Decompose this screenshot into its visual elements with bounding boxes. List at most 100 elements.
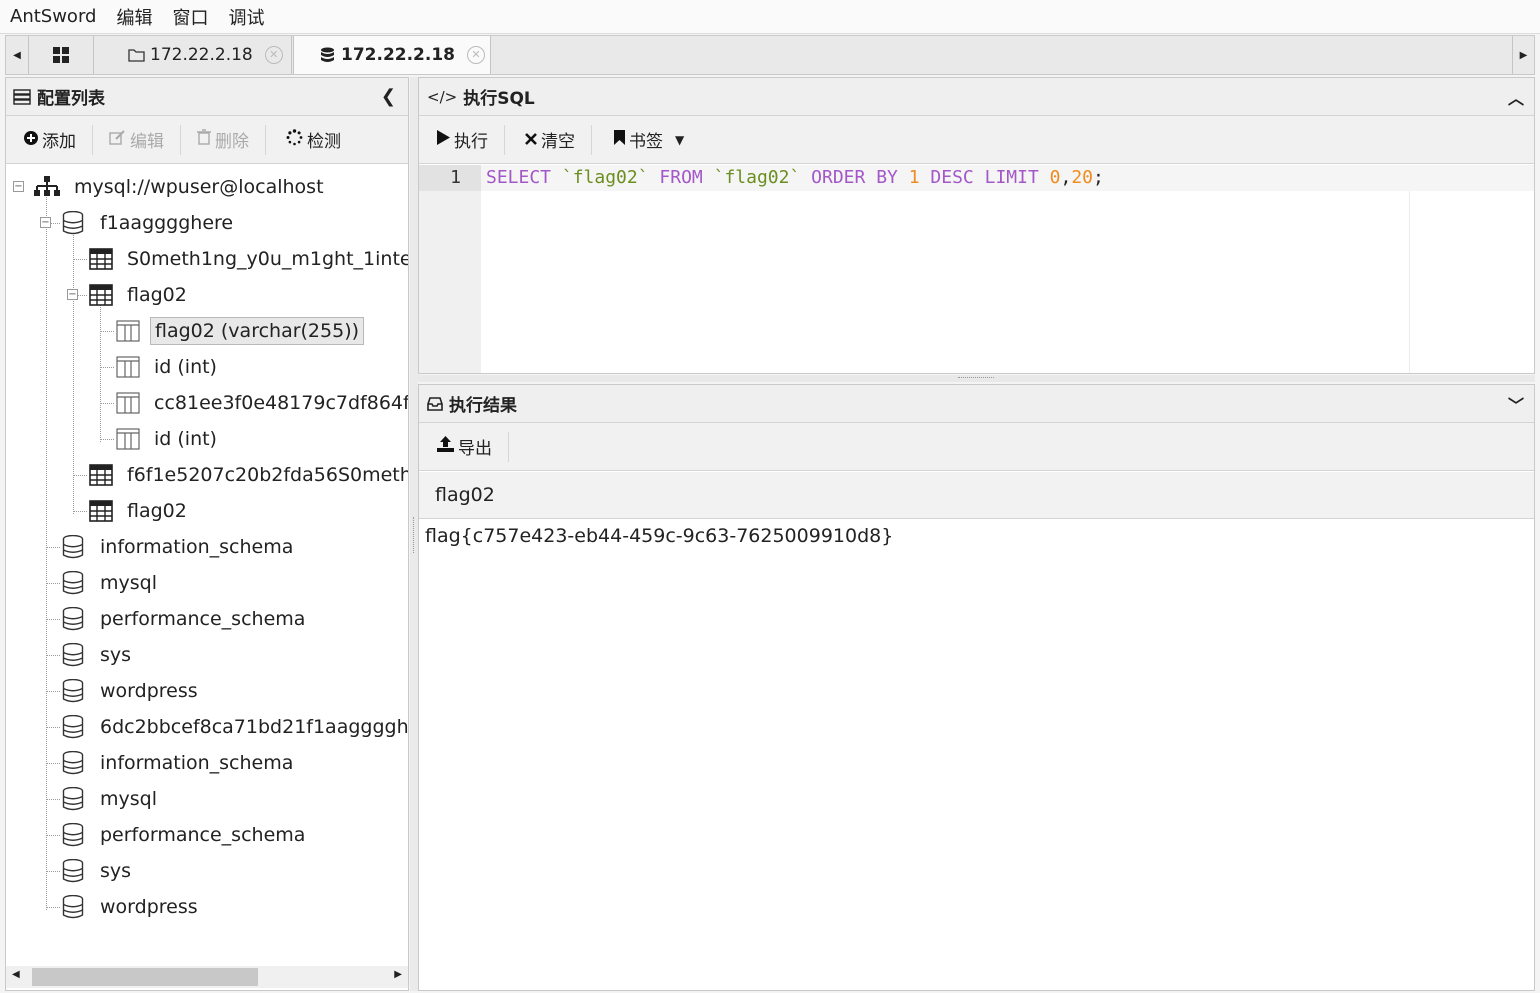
- export-button[interactable]: 导出: [419, 431, 509, 462]
- collapse-toggle-icon[interactable]: −: [13, 181, 24, 192]
- menu-antsword[interactable]: AntSword: [0, 6, 106, 27]
- tree-node-database[interactable]: mysql: [62, 565, 161, 601]
- tree-node-column[interactable]: id (int): [116, 421, 221, 457]
- sql-keyword: ORDER BY: [811, 167, 898, 188]
- menu-edit[interactable]: 编辑: [106, 4, 162, 30]
- sql-panel: </> 执行SQL ︿ 执行 清空 书签 ▼ 1 SELECT `flag02`…: [418, 77, 1535, 374]
- close-icon[interactable]: ✕: [467, 46, 486, 64]
- play-icon: [437, 129, 450, 150]
- tree-node-column[interactable]: cc81ee3f0e48179c7df864flag02: [116, 385, 408, 421]
- tab-label: 172.22.2.18: [341, 45, 456, 65]
- tree-node-database[interactable]: information_schema: [62, 745, 297, 781]
- tree-label: performance_schema: [100, 824, 306, 846]
- close-icon[interactable]: ✕: [264, 46, 283, 64]
- database-icon: [62, 895, 84, 919]
- tree-label: 6dc2bbcef8ca71bd21f1aagggghere: [100, 716, 408, 738]
- collapse-toggle-icon[interactable]: −: [67, 289, 78, 300]
- horizontal-scrollbar[interactable]: ◀ ▶: [6, 966, 408, 988]
- tab-scroll-right-icon[interactable]: ▶: [1512, 36, 1534, 74]
- vertical-splitter[interactable]: [410, 77, 418, 991]
- tree-node-database[interactable]: information_schema: [62, 529, 297, 565]
- database-icon: [62, 859, 84, 883]
- result-column-header[interactable]: flag02: [419, 472, 1534, 519]
- result-panel: 执行结果 ﹀ 导出 flag02 flag{c757e423-eb44-459c…: [418, 384, 1535, 991]
- sql-toolbar: 执行 清空 书签 ▼: [419, 116, 1534, 164]
- trash-icon: [197, 129, 211, 150]
- tree-node-database[interactable]: wordpress: [62, 673, 202, 709]
- tree-node-database[interactable]: sys: [62, 637, 135, 673]
- database-icon: [62, 787, 84, 811]
- tab-scroll-left-icon[interactable]: ◀: [6, 36, 28, 74]
- menu-bar: AntSword 编辑 窗口 调试: [0, 0, 1540, 34]
- scroll-right-icon[interactable]: ▶: [394, 969, 402, 980]
- sql-punct: ;: [1093, 167, 1104, 188]
- tree-node-database[interactable]: 6dc2bbcef8ca71bd21f1aagggghere: [62, 709, 408, 745]
- tree-node-database[interactable]: wordpress: [62, 889, 202, 925]
- tab-home[interactable]: [28, 36, 94, 74]
- tree-label: cc81ee3f0e48179c7df864flag02: [154, 392, 408, 414]
- table-icon: [89, 464, 113, 486]
- tree-label: wordpress: [100, 896, 198, 918]
- tree-label: mysql: [100, 788, 157, 810]
- clear-button[interactable]: 清空: [505, 124, 592, 155]
- tree-node-table[interactable]: flag02: [89, 493, 191, 529]
- tree-label: flag02: [127, 284, 187, 306]
- scrollbar-thumb[interactable]: [32, 968, 258, 986]
- collapse-left-icon[interactable]: ❮: [381, 86, 396, 107]
- panel-title: 执行SQL: [463, 89, 535, 109]
- tree-node-table[interactable]: f6f1e5207c20b2fda56S0meth1ng: [89, 457, 408, 493]
- tree-label: sys: [100, 860, 132, 882]
- horizontal-splitter[interactable]: [418, 375, 1535, 382]
- panel-title: 配置列表: [37, 89, 105, 109]
- tree-node-table[interactable]: S0meth1ng_y0u_m1ght_1intereSt: [89, 241, 408, 277]
- edit-label: 编辑: [130, 132, 164, 152]
- tree-node-database[interactable]: mysql: [62, 781, 161, 817]
- folder-icon: [128, 49, 145, 62]
- tree-label: f1aagggghere: [100, 212, 234, 234]
- menu-window[interactable]: 窗口: [162, 4, 218, 30]
- edit-button[interactable]: 编辑: [93, 124, 181, 155]
- tab-file-manager[interactable]: 172.22.2.18 ✕: [96, 36, 292, 74]
- sql-keyword: SELECT: [486, 167, 552, 188]
- collapse-up-icon[interactable]: ︿: [1508, 85, 1524, 109]
- menu-debug[interactable]: 调试: [218, 4, 274, 30]
- edit-icon: [109, 129, 126, 150]
- tree-label: wordpress: [100, 680, 198, 702]
- database-tree: − − − mysql://wpuser@localhost f1aaggggh…: [6, 165, 408, 965]
- spinner-icon: [286, 128, 303, 151]
- tree-node-database[interactable]: f1aagggghere: [62, 205, 237, 241]
- config-toolbar: 添加 编辑 删除 检测: [6, 116, 408, 164]
- check-label: 检测: [307, 132, 341, 152]
- collapse-down-icon[interactable]: ﹀: [1508, 392, 1524, 416]
- tree-node-table[interactable]: flag02: [89, 277, 191, 313]
- table-icon: [89, 500, 113, 522]
- delete-label: 删除: [215, 132, 249, 152]
- panel-title: 执行结果: [449, 396, 517, 416]
- tab-database[interactable]: 172.22.2.18 ✕: [293, 36, 491, 74]
- scroll-left-icon[interactable]: ◀: [12, 969, 20, 980]
- result-toolbar: 导出: [419, 423, 1534, 471]
- sql-keyword: FROM: [659, 167, 703, 188]
- delete-button[interactable]: 删除: [181, 124, 266, 155]
- tree-node-column-selected[interactable]: flag02 (varchar(255)): [116, 313, 365, 349]
- close-icon: [525, 130, 537, 150]
- tree-node-connection[interactable]: mysql://wpuser@localhost: [34, 169, 328, 205]
- tree-node-database[interactable]: performance_schema: [62, 601, 309, 637]
- tree-node-column[interactable]: id (int): [116, 349, 221, 385]
- sql-code-line[interactable]: SELECT `flag02` FROM `flag02` ORDER BY 1…: [481, 165, 1534, 191]
- sql-editor[interactable]: 1 SELECT `flag02` FROM `flag02` ORDER BY…: [419, 165, 1534, 373]
- run-button[interactable]: 执行: [419, 124, 505, 155]
- tree-node-database[interactable]: performance_schema: [62, 817, 309, 853]
- tree-label: flag02 (varchar(255)): [150, 317, 365, 345]
- column-icon: [116, 428, 140, 450]
- bookmark-label: 书签: [629, 132, 663, 152]
- check-button[interactable]: 检测: [266, 125, 357, 155]
- tree-label: information_schema: [100, 752, 294, 774]
- tree-label: mysql: [100, 572, 157, 594]
- sql-header: </> 执行SQL ︿: [419, 78, 1534, 116]
- bookmark-button[interactable]: 书签 ▼: [592, 125, 700, 155]
- tree-node-database[interactable]: sys: [62, 853, 135, 889]
- add-button[interactable]: 添加: [6, 124, 93, 155]
- result-cell[interactable]: flag{c757e423-eb44-459c-9c63-7625009910d…: [425, 525, 893, 547]
- collapse-toggle-icon[interactable]: −: [40, 217, 51, 228]
